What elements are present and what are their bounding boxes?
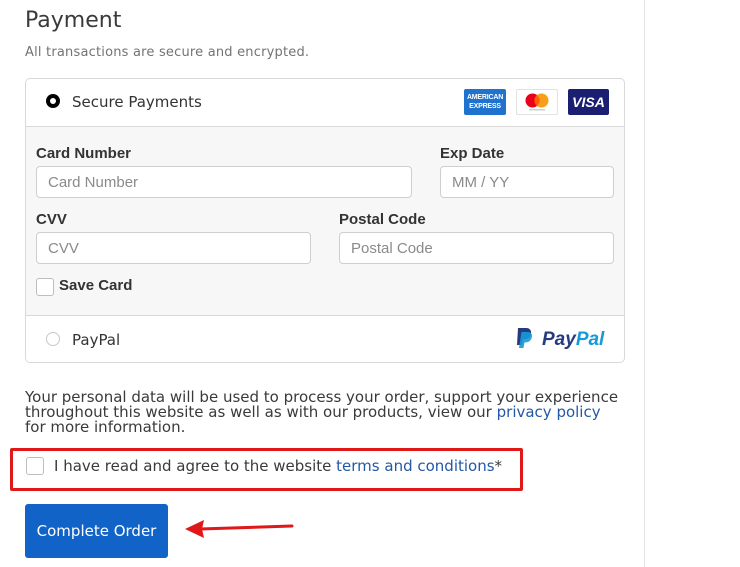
- cvv-label: CVV: [36, 211, 67, 228]
- privacy-notice: Your personal data will be used to proce…: [25, 390, 625, 435]
- card-number-label: Card Number: [36, 145, 132, 162]
- postal-code-label: Postal Code: [339, 211, 426, 228]
- exp-date-label: Exp Date: [440, 145, 505, 162]
- save-card-checkbox[interactable]: [36, 278, 54, 296]
- mastercard-logo: [516, 89, 558, 115]
- card-number-input[interactable]: [36, 166, 412, 198]
- payment-subtitle: All transactions are secure and encrypte…: [25, 45, 310, 60]
- postal-code-input[interactable]: [339, 232, 614, 264]
- complete-order-button[interactable]: Complete Order: [25, 504, 168, 558]
- mastercard-circles-icon: [525, 93, 549, 111]
- secure-payments-radio[interactable]: [46, 94, 60, 108]
- terms-required-marker: *: [494, 457, 503, 475]
- cvv-input[interactable]: [36, 232, 311, 264]
- secure-payments-label: Secure Payments: [72, 93, 202, 111]
- payment-methods-box: Secure Payments AMERICAN EXPRESS VISA Ca…: [25, 78, 625, 363]
- amex-logo: AMERICAN EXPRESS: [464, 89, 506, 115]
- terms-text-before: I have read and agree to the website: [54, 457, 337, 475]
- paypal-wordmark-pay: Pay: [542, 329, 576, 350]
- paypal-radio[interactable]: [46, 332, 60, 346]
- exp-date-input[interactable]: [440, 166, 614, 198]
- terms-and-conditions-link[interactable]: terms and conditions: [336, 457, 494, 475]
- visa-logo: VISA: [568, 89, 609, 115]
- terms-checkbox[interactable]: [26, 457, 44, 475]
- secure-payments-option[interactable]: Secure Payments AMERICAN EXPRESS VISA: [26, 79, 624, 127]
- amex-logo-text-bottom: EXPRESS: [469, 103, 501, 110]
- terms-label[interactable]: I have read and agree to the website ter…: [54, 457, 502, 475]
- payment-title: Payment: [25, 8, 122, 33]
- paypal-logo: PayPal: [514, 326, 610, 352]
- card-details-panel: Card Number Exp Date CVV Postal Code Sav…: [26, 127, 624, 315]
- paypal-wordmark: PayPal: [542, 329, 604, 351]
- paypal-label: PayPal: [72, 331, 121, 349]
- save-card-label[interactable]: Save Card: [59, 277, 132, 294]
- privacy-policy-link[interactable]: privacy policy: [497, 403, 601, 421]
- paypal-wordmark-pal: Pal: [575, 329, 605, 350]
- annotation-arrow-icon: [185, 520, 294, 538]
- privacy-text-after: for more information.: [25, 418, 186, 436]
- amex-logo-text-top: AMERICAN: [466, 94, 504, 101]
- paypal-p-icon: [517, 328, 533, 348]
- page-divider: [644, 0, 645, 567]
- paypal-option[interactable]: PayPal PayPal: [26, 315, 624, 362]
